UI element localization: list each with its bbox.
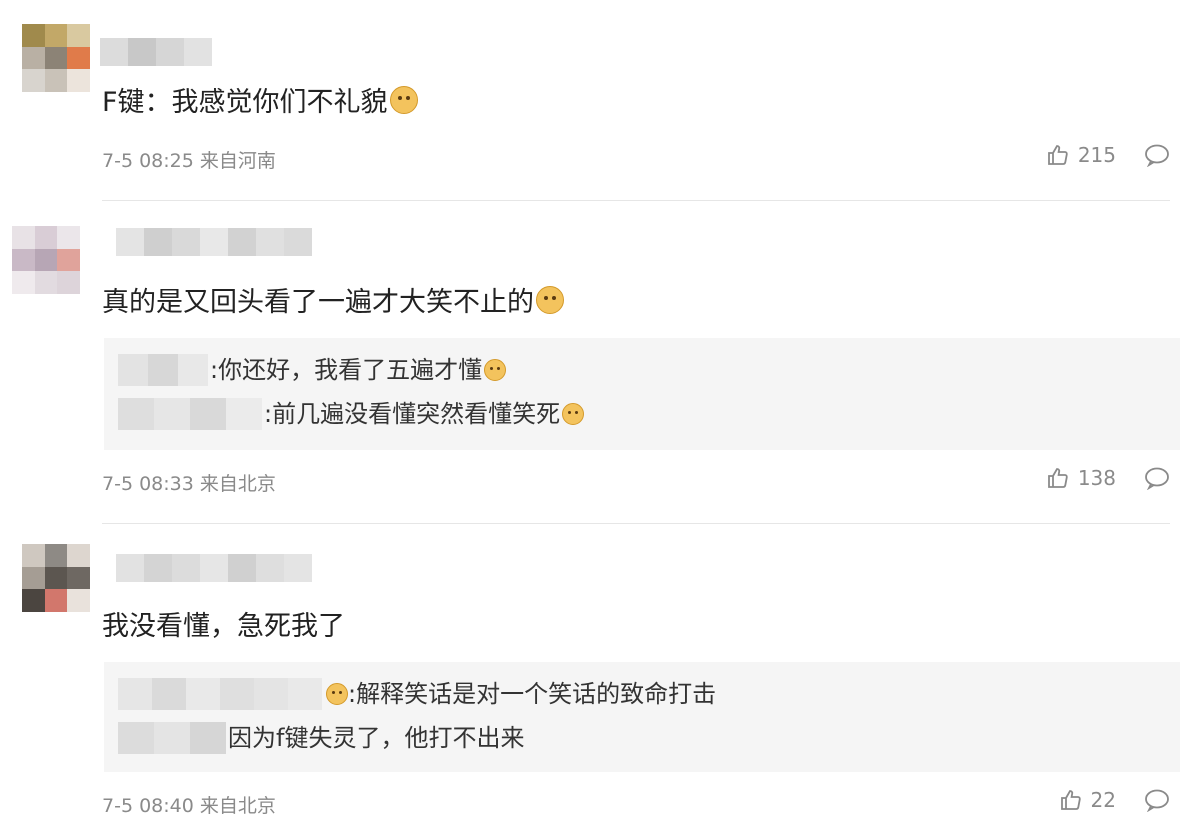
reply-username[interactable] <box>118 354 208 386</box>
divider <box>102 523 1170 524</box>
comment-text: 我没看懂，急死我了 <box>102 610 345 644</box>
like-button[interactable]: 22 <box>1059 788 1116 812</box>
laughing-emoji-icon <box>484 359 507 381</box>
comment-meta: 7-5 08:40 来自北京 <box>102 795 276 817</box>
comment-bubble-icon[interactable] <box>1144 788 1170 812</box>
like-button[interactable]: 215 <box>1046 143 1116 167</box>
like-count: 138 <box>1077 466 1116 490</box>
reply-text: :解释笑话是对一个笑话的致命打击 <box>348 680 717 708</box>
laughing-emoji-icon <box>562 403 585 425</box>
comment-text: 真的是又回头看了一遍才大笑不止的 <box>102 286 564 320</box>
doge-emoji-icon <box>389 86 418 114</box>
reply-text: :前几遍没看懂突然看懂笑死 <box>264 400 561 428</box>
comment-bubble-icon[interactable] <box>1144 143 1170 167</box>
reply-item[interactable]: :你还好，我看了五遍才懂 <box>118 352 507 388</box>
comment-text-content: 真的是又回头看了一遍才大笑不止的 <box>102 287 534 318</box>
divider <box>102 200 1170 201</box>
thumbs-up-icon <box>1059 788 1083 812</box>
comment-bubble-icon[interactable] <box>1144 466 1170 490</box>
reply-item[interactable]: :前几遍没看懂突然看懂笑死 <box>118 396 585 432</box>
thumbs-up-icon <box>1046 466 1070 490</box>
reply-username[interactable] <box>118 398 262 430</box>
reply-text: 因为f键失灵了，他打不出来 <box>228 724 525 752</box>
like-count: 22 <box>1090 788 1116 812</box>
comment-meta: 7-5 08:33 来自北京 <box>102 473 276 495</box>
reply-username[interactable] <box>118 678 322 710</box>
reply-box: :你还好，我看了五遍才懂 :前几遍没看懂突然看懂笑死 <box>104 338 1180 450</box>
avatar[interactable] <box>12 226 80 294</box>
username[interactable] <box>116 228 312 256</box>
doge-emoji-icon <box>536 286 564 314</box>
avatar[interactable] <box>22 544 90 612</box>
reply-text: :你还好，我看了五遍才懂 <box>210 356 483 384</box>
reply-item[interactable]: 因为f键失灵了，他打不出来 <box>118 720 524 756</box>
reply-item[interactable]: :解释笑话是对一个笑话的致命打击 <box>118 676 716 712</box>
like-button[interactable]: 138 <box>1046 466 1116 490</box>
comment-list: F键：我感觉你们不礼貌 7-5 08:25 来自河南 215 真的是又回头看了一… <box>0 0 1200 826</box>
comment-text-content: F键：我感觉你们不礼貌 <box>102 87 388 118</box>
username[interactable] <box>116 554 312 582</box>
comment-meta: 7-5 08:25 来自河南 <box>102 150 276 172</box>
avatar[interactable] <box>22 24 90 92</box>
thumbs-up-icon <box>1046 143 1070 167</box>
username[interactable] <box>100 38 212 66</box>
like-count: 215 <box>1077 143 1116 167</box>
comment-text: F键：我感觉你们不礼貌 <box>102 86 418 120</box>
reply-username[interactable] <box>118 722 226 754</box>
comment-text-content: 我没看懂，急死我了 <box>102 611 345 642</box>
reply-box: :解释笑话是对一个笑话的致命打击 因为f键失灵了，他打不出来 <box>104 662 1180 772</box>
doge-emoji-icon <box>326 683 348 705</box>
